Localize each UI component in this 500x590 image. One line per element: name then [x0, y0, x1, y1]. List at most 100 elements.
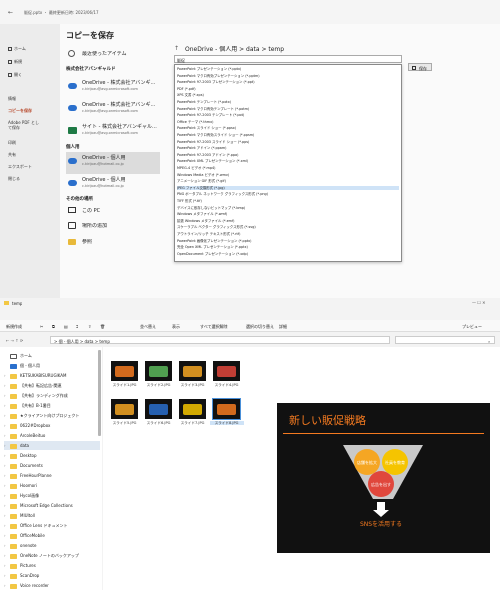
file-type-option[interactable]: PDF (*.pdf) [177, 87, 399, 91]
file-type-option[interactable]: Office テーマ (*.thmx) [177, 120, 399, 124]
sidebar-scrollbar[interactable] [98, 350, 101, 436]
sidebar-item[interactable]: › Documents [4, 461, 100, 470]
file-type-option[interactable]: 拡張 Windows メタファイル (*.emf) [177, 219, 399, 223]
file-type-option[interactable]: Windows メタファイル (*.wmf) [177, 212, 399, 216]
details-button[interactable]: 詳細 [279, 324, 287, 329]
file-type-option[interactable]: アニメーション GIF 形式 (*.gif) [177, 179, 399, 183]
nav-close[interactable]: 閉じる [8, 176, 58, 181]
file-thumbnail[interactable] [111, 361, 138, 381]
file-type-option[interactable]: MPEG-4 ビデオ (*.mp4) [177, 166, 399, 170]
copy-icon[interactable]: ⧉ [52, 324, 55, 329]
sidebar-item[interactable]: › Pictures [4, 561, 100, 570]
search-input[interactable]: ⌕ [395, 336, 495, 344]
sidebar-item[interactable]: › MIUItoll [4, 511, 100, 520]
nav-info[interactable]: 情報 [8, 96, 58, 101]
sidebar-item[interactable]: › ScanDrop [4, 571, 100, 580]
file-thumbnail[interactable] [111, 399, 138, 419]
nav-save-pdf[interactable]: Adobe PDF として保存 [8, 120, 42, 130]
browse[interactable]: 参照 [66, 236, 161, 248]
file-thumbnail[interactable] [212, 398, 241, 420]
recent-items[interactable]: 最近使ったアイテム [66, 48, 161, 60]
sidebar-item[interactable]: › Hoomori [4, 481, 100, 490]
up-arrow-icon[interactable]: ↑ [174, 45, 179, 52]
file-thumbnail[interactable] [213, 361, 240, 381]
sidebar-item[interactable]: › Office Lens ドキュメント [4, 521, 100, 530]
sidebar-item[interactable]: › 【共有】B-1番目 [4, 401, 100, 410]
sidebar-item[interactable]: › KETSUKABISURUGIKAM [4, 371, 100, 380]
nav-open[interactable]: 開く [8, 72, 58, 77]
file-type-option[interactable]: PNG ポータブル ネットワーク グラフィックス形式 (*.png) [177, 192, 399, 196]
location-this-pc[interactable]: この PC [66, 205, 161, 217]
location-sharepoint-site[interactable]: サイト - 株式会社アバンギャル... c.kirijozu@avg.onmic… [66, 121, 161, 143]
file-type-option[interactable]: PowerPoint XML プレゼンテーション (*.xml) [177, 159, 399, 163]
sidebar-item[interactable]: › FreeHourPlanne [4, 471, 100, 480]
file-type-option[interactable]: Windows Media ビデオ (*.wmv) [177, 173, 399, 177]
sidebar-item[interactable]: › ArcoleBeituo [4, 431, 100, 440]
file-thumbnail[interactable] [145, 361, 172, 381]
file-thumbnail[interactable] [179, 361, 206, 381]
sidebar-item[interactable]: › data [4, 441, 100, 450]
file-type-option[interactable]: PowerPoint マクロ有効テンプレート (*.potm) [177, 107, 399, 111]
file-type-option[interactable]: PowerPoint 97-2003 テンプレート (*.pot) [177, 113, 399, 117]
back-arrow-icon[interactable]: ← [8, 9, 13, 16]
file-type-option[interactable]: PowerPoint マクロ有効スライド ショー (*.ppsm) [177, 133, 399, 137]
nav-save-copy[interactable]: コピーを保存 [8, 108, 58, 113]
file-type-option[interactable]: スケーラブル ベクター グラフィックス形式 (*.svg) [177, 225, 399, 229]
file-type-option[interactable]: PowerPoint スライド ショー (*.ppsx) [177, 126, 399, 130]
file-type-option[interactable]: PowerPoint プレゼンテーション (*.pptx) [177, 67, 399, 71]
file-type-option[interactable]: デバイスに依存しないビットマップ (*.bmp) [177, 206, 399, 210]
paste-icon[interactable]: ▤ [64, 324, 68, 329]
address-bar[interactable]: > 個 - 個人用 > data > temp [50, 336, 390, 344]
save-button[interactable]: 保存 [408, 63, 432, 71]
location-onedrive-org-1[interactable]: OneDrive - 株式会社アバンギ... c.kirijozu@avg.on… [66, 77, 161, 99]
preview-pane-button[interactable]: プレビュー [462, 324, 482, 329]
sidebar-item[interactable]: › Desktop [4, 451, 100, 460]
sidebar-item[interactable]: › OneNote ノートのバックアップ [4, 551, 100, 560]
file-type-option[interactable]: TIFF 形式 (*.tif) [177, 199, 399, 203]
sidebar-item[interactable]: › onenote [4, 541, 100, 550]
file-type-option[interactable]: アウトライン/リッチ テキスト形式 (*.rtf) [177, 232, 399, 236]
file-type-option[interactable]: XPS 文書 (*.xps) [177, 93, 399, 97]
file-type-option[interactable]: 完全 Open XML プレゼンテーション (*.pptx) [177, 245, 399, 249]
location-onedrive-org-2[interactable]: OneDrive - 株式会社アバンギ... c.kirijozu@avg.on… [66, 99, 161, 121]
delete-icon[interactable]: 🗑 [100, 324, 105, 329]
rename-icon[interactable]: ⌶ [76, 324, 78, 329]
invert-selection-button[interactable]: 選択の切り替え [246, 324, 274, 329]
sidebar-item[interactable]: › ★クライアント向けプロジェクト [4, 411, 100, 420]
file-type-option[interactable]: PowerPoint 97-2003 スライド ショー (*.pps) [177, 140, 399, 144]
file-type-option[interactable]: PowerPoint 97-2003 アドイン (*.ppa) [177, 153, 399, 157]
file-type-option[interactable]: PowerPoint マクロ有効プレゼンテーション (*.pptm) [177, 74, 399, 78]
location-onedrive-personal-1[interactable]: OneDrive - 個人用 c.kirijozu@hotmail.co.jp [66, 152, 160, 174]
deselect-all-button[interactable]: すべて選択解除 [200, 324, 228, 329]
nav-print[interactable]: 印刷 [8, 140, 58, 145]
sort-button[interactable]: 並べ替え [140, 324, 156, 329]
file-type-dropdown-list[interactable]: PowerPoint プレゼンテーション (*.pptx) PowerPoint … [174, 64, 402, 262]
sidebar-item[interactable]: › Microsoft Edge Collections [4, 501, 100, 510]
file-thumbnail[interactable] [179, 399, 206, 419]
sidebar-item[interactable]: › 【共有】転記広告-関連 [4, 381, 100, 390]
nav-new[interactable]: 新規 [8, 59, 58, 64]
add-place[interactable]: 場所の追加 [66, 220, 161, 232]
file-type-option[interactable]: PowerPoint アドイン (*.ppam) [177, 146, 399, 150]
share-icon[interactable]: ⇪ [88, 324, 91, 329]
view-button[interactable]: 表示 [172, 324, 180, 329]
sidebar-item[interactable]: 個 - 個人用 [4, 361, 100, 370]
sidebar-item[interactable]: › Voice recorder [4, 581, 100, 590]
filename-input[interactable]: 販促 [174, 55, 402, 63]
sidebar-item[interactable]: ホーム [4, 351, 100, 360]
file-type-option[interactable]: OpenDocument プレゼンテーション (*.odp) [177, 252, 399, 256]
file-type-option[interactable]: PowerPoint 97-2003 プレゼンテーション (*.ppt) [177, 80, 399, 84]
new-button[interactable]: 新規作成 [6, 324, 22, 329]
sidebar-item[interactable]: › OfficeMobile [4, 531, 100, 540]
sidebar-item[interactable]: › 【共有】ランディング作成 [4, 391, 100, 400]
cut-icon[interactable]: ✂ [40, 324, 43, 329]
nav-share[interactable]: 共有 [8, 152, 58, 157]
nav-export[interactable]: エクスポート [8, 164, 58, 169]
location-onedrive-personal-2[interactable]: OneDrive - 個人用 c.kirijozu@hotmail.co.jp [66, 174, 161, 196]
file-thumbnail[interactable] [145, 399, 172, 419]
sidebar-item[interactable]: › 0622#Dropbox [4, 421, 100, 430]
file-type-option[interactable]: PowerPoint テンプレート (*.potx) [177, 100, 399, 104]
file-type-option[interactable]: JPEG ファイル交換形式 (*.jpg) [177, 185, 399, 190]
sidebar-item[interactable]: › Hycol画像 [4, 491, 100, 500]
nav-arrows-icon[interactable]: ← → ↑ ⟳ [6, 338, 23, 343]
